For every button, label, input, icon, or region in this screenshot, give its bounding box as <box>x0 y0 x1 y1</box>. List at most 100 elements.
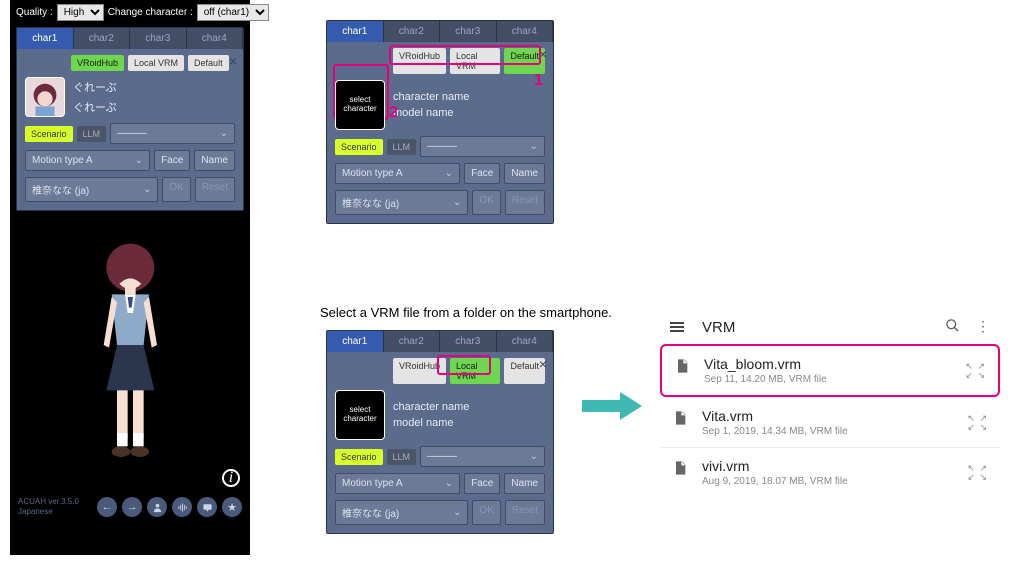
chip-llm[interactable]: LLM <box>387 139 417 155</box>
more-icon[interactable]: ⋮ <box>976 318 990 336</box>
pill-vroidhub[interactable]: VRoidHub <box>393 48 446 74</box>
pill-default[interactable]: Default <box>188 55 229 71</box>
phone-screenshot-left: Quality : High Change character : off (c… <box>10 0 250 555</box>
tab-char1[interactable]: char1 <box>327 331 384 352</box>
chevron-down-icon: ⌄ <box>220 128 228 139</box>
star-icon[interactable]: ★ <box>222 497 242 517</box>
expand-icon[interactable]: ↖ ↗↙ ↘ <box>965 362 986 380</box>
model-name-placeholder: model name <box>393 107 469 119</box>
name-button[interactable]: Name <box>504 163 545 184</box>
menu-icon[interactable] <box>670 322 684 332</box>
ok-button[interactable]: OK <box>472 190 500 215</box>
file-picker: VRM ⋮ Vita_bloom.vrmSep 11, 14.20 MB, VR… <box>660 310 1000 497</box>
face-button[interactable]: Face <box>464 473 500 494</box>
motion-select[interactable]: Motion type A⌄ <box>25 150 150 171</box>
expand-icon[interactable]: ↖ ↗↙ ↘ <box>967 464 988 482</box>
voice-select[interactable]: 椎奈なな (ja)⌄ <box>25 177 158 202</box>
top-controls: Quality : High Change character : off (c… <box>10 0 250 25</box>
file-icon <box>672 408 688 428</box>
pill-localvrm[interactable]: Local VRM <box>450 48 500 74</box>
file-icon <box>672 458 688 478</box>
tab-char2[interactable]: char2 <box>74 28 131 49</box>
tab-char4[interactable]: char4 <box>497 331 554 352</box>
chip-scenario[interactable]: Scenario <box>25 126 73 142</box>
version-block: ACUAH ver.3.5.0 Japanese <box>18 497 79 516</box>
close-icon[interactable]: × <box>539 356 547 372</box>
search-icon[interactable] <box>945 318 960 336</box>
back-icon[interactable]: ← <box>97 497 117 517</box>
voice-select[interactable]: 椎奈なな (ja)⌄ <box>335 190 468 215</box>
pill-localvrm[interactable]: Local VRM <box>128 55 184 71</box>
instruction-text: Select a VRM file from a folder on the s… <box>320 305 612 320</box>
chip-scenario[interactable]: Scenario <box>335 449 383 465</box>
annotation-2: 2 <box>389 104 398 122</box>
chip-scenario[interactable]: Scenario <box>335 139 383 155</box>
scenario-select[interactable]: ———⌄ <box>420 446 545 467</box>
info-icon[interactable]: i <box>222 469 240 487</box>
character-stage: i <box>10 213 250 493</box>
tab-char3[interactable]: char3 <box>130 28 187 49</box>
tab-char3[interactable]: char3 <box>440 21 497 42</box>
ok-button[interactable]: OK <box>162 177 190 202</box>
face-button[interactable]: Face <box>154 150 190 171</box>
file-item-0[interactable]: Vita_bloom.vrmSep 11, 14.20 MB, VRM file… <box>660 344 1000 397</box>
annotation-1: 1 <box>534 72 543 90</box>
pill-localvrm[interactable]: Local VRM <box>450 358 500 384</box>
reset-button[interactable]: Reset <box>505 190 545 215</box>
tab-char1[interactable]: char1 <box>17 28 74 49</box>
tab-char3[interactable]: char3 <box>440 331 497 352</box>
scenario-select[interactable]: ———⌄ <box>420 136 545 157</box>
file-item-2[interactable]: vivi.vrmAug 9, 2019, 18.07 MB, VRM file … <box>660 447 1000 497</box>
panel-default-highlight: char1 char2 char3 char4 × VRoidHub Local… <box>320 18 560 226</box>
pill-vroidhub[interactable]: VRoidHub <box>71 55 124 71</box>
face-button[interactable]: Face <box>464 163 500 184</box>
char-card: char1 char2 char3 char4 × VRoidHub Local… <box>16 27 244 211</box>
chat-icon[interactable] <box>197 497 217 517</box>
user-icon[interactable] <box>147 497 167 517</box>
audio-icon[interactable] <box>172 497 192 517</box>
forward-icon[interactable]: → <box>122 497 142 517</box>
character-name: ぐれーぷ <box>73 79 117 95</box>
picker-title: VRM <box>702 319 735 336</box>
close-icon[interactable]: × <box>229 53 237 69</box>
chevron-down-icon: ⌄ <box>143 184 151 195</box>
close-icon[interactable]: × <box>539 46 547 62</box>
change-char-select[interactable]: off (char1) <box>197 4 269 21</box>
arrow-right-icon <box>582 392 642 420</box>
model-name-placeholder: model name <box>393 417 469 429</box>
scenario-select[interactable]: ———⌄ <box>110 123 235 144</box>
voice-select[interactable]: 椎奈なな (ja)⌄ <box>335 500 468 525</box>
chip-llm[interactable]: LLM <box>387 449 417 465</box>
character-name-placeholder: character name <box>393 401 469 413</box>
footer-bar: ACUAH ver.3.5.0 Japanese ← → ★ <box>10 493 250 521</box>
name-button[interactable]: Name <box>504 473 545 494</box>
tab-char1[interactable]: char1 <box>327 21 384 42</box>
motion-select[interactable]: Motion type A⌄ <box>335 163 460 184</box>
tab-char2[interactable]: char2 <box>384 21 441 42</box>
character-figure <box>77 233 184 473</box>
quality-select[interactable]: High <box>57 4 104 21</box>
quality-label: Quality : <box>16 7 53 18</box>
change-char-label: Change character : <box>108 7 193 18</box>
reset-button[interactable]: Reset <box>505 500 545 525</box>
expand-icon[interactable]: ↖ ↗↙ ↘ <box>967 414 988 432</box>
tab-char4[interactable]: char4 <box>187 28 244 49</box>
ok-button[interactable]: OK <box>472 500 500 525</box>
tab-char4[interactable]: char4 <box>497 21 554 42</box>
avatar-thumb[interactable] <box>25 77 65 117</box>
name-button[interactable]: Name <box>194 150 235 171</box>
model-name: ぐれーぷ <box>73 99 117 115</box>
chevron-down-icon: ⌄ <box>135 155 143 166</box>
reset-button[interactable]: Reset <box>195 177 235 202</box>
select-character-box[interactable]: select character <box>335 390 385 440</box>
motion-select[interactable]: Motion type A⌄ <box>335 473 460 494</box>
select-character-box[interactable]: select character <box>335 80 385 130</box>
chip-llm[interactable]: LLM <box>77 126 107 142</box>
character-name-placeholder: character name <box>393 91 469 103</box>
char-tabs: char1 char2 char3 char4 <box>17 28 243 49</box>
file-item-1[interactable]: Vita.vrmSep 1, 2019, 14.34 MB, VRM file … <box>660 397 1000 447</box>
file-icon <box>674 356 690 376</box>
panel-localvrm-highlight: char1 char2 char3 char4 × VRoidHub Local… <box>320 328 560 536</box>
pill-vroidhub[interactable]: VRoidHub <box>393 358 446 384</box>
tab-char2[interactable]: char2 <box>384 331 441 352</box>
